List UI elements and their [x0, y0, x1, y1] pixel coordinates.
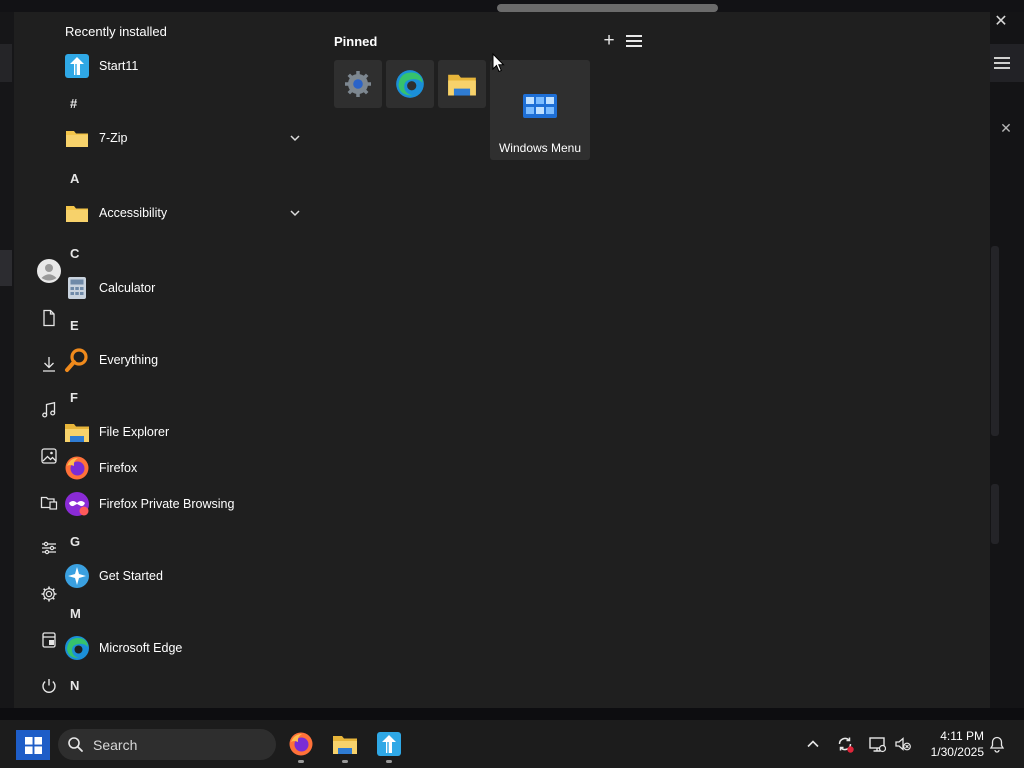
- calculator-icon: [64, 275, 90, 301]
- background-panel-left: [0, 250, 12, 286]
- firefox-icon: [289, 732, 313, 756]
- show-hidden-icon[interactable]: [802, 733, 824, 755]
- downloads-icon[interactable]: [36, 351, 62, 377]
- app-label-calculator: Calculator: [99, 281, 156, 295]
- app-item-accessibility[interactable]: Accessibility: [62, 197, 312, 229]
- windows-menu-icon: [523, 94, 557, 118]
- app-item-7zip[interactable]: 7-Zip: [62, 122, 312, 154]
- add-pinned-icon[interactable]: +: [600, 31, 618, 51]
- settings-icon[interactable]: [36, 581, 62, 607]
- clock-date: 1/30/2025: [930, 745, 984, 759]
- pinned-tile-settings[interactable]: [334, 60, 382, 108]
- network-folder-icon[interactable]: [36, 489, 62, 515]
- search-placeholder: Search: [93, 737, 138, 753]
- mouse-cursor-icon: [492, 53, 505, 73]
- everything-search-icon: [64, 347, 90, 373]
- app-item-microsoft-edge[interactable]: Microsoft Edge: [62, 632, 312, 664]
- edge-icon: [396, 70, 424, 98]
- app-label-microsoft-edge: Microsoft Edge: [99, 641, 183, 655]
- app-label-start11: Start11: [99, 59, 139, 73]
- start-button[interactable]: [16, 730, 50, 760]
- letter-heading-g[interactable]: G: [70, 534, 80, 549]
- sync-icon[interactable]: [834, 733, 856, 755]
- control-panel-icon[interactable]: [36, 535, 62, 561]
- background-hamburger-icon[interactable]: [992, 54, 1012, 74]
- start11-icon: [64, 53, 90, 79]
- app-label-firefox: Firefox: [99, 461, 138, 475]
- windows-menu-label: Windows Menu: [498, 141, 582, 155]
- firefox-private-icon: [64, 491, 90, 517]
- app-item-file-explorer[interactable]: File Explorer: [62, 416, 312, 448]
- running-indicator: [342, 760, 348, 763]
- settings-icon: [345, 71, 371, 97]
- chevron-down-icon[interactable]: [288, 206, 302, 220]
- music-icon[interactable]: [36, 397, 62, 423]
- letter-heading-e[interactable]: E: [70, 318, 79, 333]
- app-label-everything: Everything: [99, 353, 159, 367]
- letter-heading-n[interactable]: N: [70, 678, 79, 693]
- pinned-menu-icon[interactable]: [626, 35, 642, 49]
- file-explorer-icon: [448, 74, 476, 96]
- background-scrollbar-thumb[interactable]: [497, 4, 718, 12]
- app-label-get-started: Get Started: [99, 569, 163, 583]
- pinned-tile-file-explorer[interactable]: [438, 60, 486, 108]
- chevron-down-icon[interactable]: [288, 131, 302, 145]
- letter-heading-a[interactable]: A: [70, 171, 79, 186]
- search-icon: [68, 737, 83, 752]
- app-item-calculator[interactable]: Calculator: [62, 272, 312, 304]
- pictures-icon[interactable]: [36, 443, 62, 469]
- notifications-icon[interactable]: [986, 733, 1008, 755]
- firefox-icon: [64, 455, 90, 481]
- app-label-firefox-private: Firefox Private Browsing: [99, 497, 235, 511]
- folder-icon: [64, 200, 90, 226]
- volume-muted-icon[interactable]: [892, 733, 914, 755]
- background-window-left: [0, 12, 14, 708]
- background-toolbar-left: [0, 44, 12, 82]
- file-explorer-icon[interactable]: [36, 627, 62, 653]
- app-item-firefox-private[interactable]: Firefox Private Browsing: [62, 488, 312, 520]
- file-explorer-icon: [333, 736, 357, 754]
- app-item-firefox[interactable]: Firefox: [62, 452, 312, 484]
- pinned-tile-windows-menu[interactable]: Windows Menu: [490, 60, 590, 160]
- letter-heading-c[interactable]: C: [70, 246, 79, 261]
- background-close-icon[interactable]: ✕: [996, 118, 1016, 138]
- taskbar-clock[interactable]: 4:11 PM 1/30/2025: [918, 728, 984, 760]
- pinned-tile-edge[interactable]: [386, 60, 434, 108]
- letter-heading-m[interactable]: M: [70, 606, 81, 621]
- background-scrollbar: [991, 246, 999, 436]
- app-label-file-explorer: File Explorer: [99, 425, 170, 439]
- recently-installed-heading: Recently installed: [65, 24, 167, 39]
- clock-time: 4:11 PM: [940, 729, 984, 743]
- folder-icon: [64, 125, 90, 151]
- app-label-accessibility: Accessibility: [99, 206, 168, 220]
- get-started-icon: [64, 563, 90, 589]
- taskbar-app-file-explorer[interactable]: [329, 728, 361, 763]
- taskbar-app-start11[interactable]: [373, 728, 405, 763]
- app-item-everything[interactable]: Everything: [62, 344, 312, 376]
- power-icon[interactable]: [36, 673, 62, 699]
- start11-icon: [377, 732, 401, 756]
- background-scrollbar-lower: [991, 484, 999, 544]
- letter-heading-hash[interactable]: #: [70, 96, 77, 111]
- app-item-get-started[interactable]: Get Started: [62, 560, 312, 592]
- edge-icon: [64, 635, 90, 661]
- running-indicator: [386, 760, 392, 763]
- windows-logo-icon: [24, 736, 42, 754]
- network-icon[interactable]: [866, 733, 888, 755]
- file-explorer-icon: [64, 419, 90, 445]
- close-icon[interactable]: ✕: [990, 12, 1012, 34]
- pinned-heading: Pinned: [334, 34, 378, 49]
- letter-heading-f[interactable]: F: [70, 390, 78, 405]
- app-label-7zip: 7-Zip: [99, 131, 128, 145]
- user-avatar-icon[interactable]: [36, 258, 62, 284]
- running-indicator: [298, 760, 304, 763]
- taskbar-app-firefox[interactable]: [285, 728, 317, 763]
- documents-icon[interactable]: [36, 305, 62, 331]
- app-item-start11[interactable]: Start11: [62, 50, 312, 82]
- taskbar-search-box[interactable]: Search: [58, 729, 276, 760]
